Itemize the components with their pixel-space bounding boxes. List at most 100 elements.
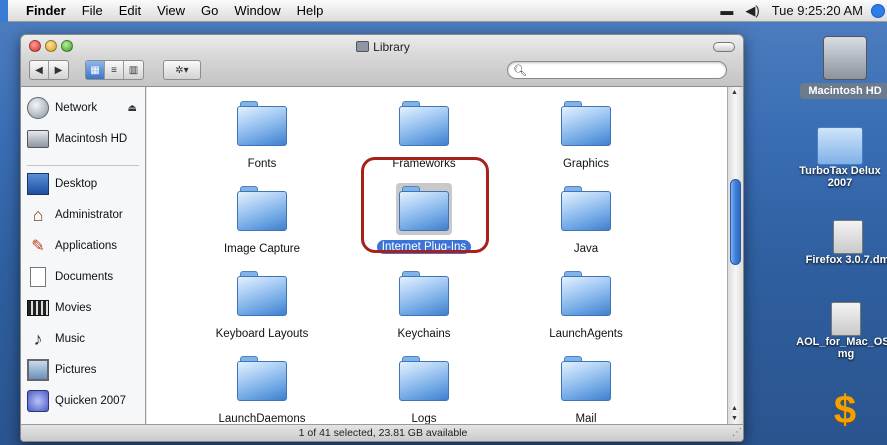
applications-icon: ✎ bbox=[31, 238, 45, 255]
folder-item[interactable]: Fonts bbox=[187, 101, 337, 171]
folder-name: LaunchDaemons bbox=[218, 413, 306, 424]
folder-name: Keychains bbox=[397, 328, 451, 340]
desktop-item-label: Firefox 3.0.7.dm bbox=[805, 254, 887, 266]
folder-item[interactable]: Java bbox=[511, 186, 661, 256]
scroll-up-arrow-icon[interactable]: ▲ bbox=[731, 405, 738, 412]
desktop-item-aol-dmg[interactable]: AOL_for_Mac_OS_ mg bbox=[796, 302, 887, 360]
menu-edit[interactable]: Edit bbox=[119, 3, 141, 18]
search-icon: 🔍︎ bbox=[513, 65, 527, 77]
sidebar-item-label: Administrator bbox=[55, 209, 123, 221]
sidebar-item-desktop[interactable]: Desktop bbox=[27, 171, 145, 197]
desktop-item-turbotax[interactable]: TurboTax Delux 2007 bbox=[790, 127, 887, 189]
forward-button[interactable]: ▶ bbox=[49, 61, 68, 79]
menu-help[interactable]: Help bbox=[297, 3, 324, 18]
folder-item[interactable]: LaunchDaemons bbox=[187, 356, 337, 424]
sidebar-item-label: Music bbox=[55, 333, 86, 345]
sidebar-item-label: Macintosh HD bbox=[55, 133, 128, 145]
sidebar-item-label: Documents bbox=[55, 271, 114, 283]
menu-clock[interactable]: Tue 9:25:20 AM bbox=[772, 3, 863, 18]
desktop-item-label: Macintosh HD bbox=[800, 83, 887, 99]
folder-item[interactable]: Mail bbox=[511, 356, 661, 424]
eject-icon[interactable]: ⏏ bbox=[128, 103, 137, 114]
folder-item[interactable]: Graphics bbox=[511, 101, 661, 171]
sidebar-item-macintosh-hd[interactable]: Macintosh HD bbox=[27, 126, 145, 152]
movies-icon bbox=[27, 300, 49, 316]
menu-view[interactable]: View bbox=[157, 3, 185, 18]
list-view-button[interactable]: ≡ bbox=[105, 61, 124, 79]
sidebar-divider bbox=[27, 165, 139, 166]
toolbar-toggle-button[interactable] bbox=[713, 42, 735, 52]
sidebar-item-documents[interactable]: Documents bbox=[27, 264, 145, 290]
menu-bar: Finder File Edit View Go Window Help ▬ ◀… bbox=[0, 0, 887, 22]
folder-item[interactable]: Logs bbox=[349, 356, 499, 424]
volume-icon[interactable]: ◀︎) bbox=[745, 3, 759, 19]
folder-icon bbox=[237, 186, 287, 232]
folder-name: Graphics bbox=[562, 158, 610, 170]
finder-window: Library ◀ ▶ ▦ ≡ ▥ ✲▾ 🔍︎ Network ⏏ Macint… bbox=[20, 34, 744, 442]
pictures-icon bbox=[27, 359, 49, 381]
sidebar-item-label: Applications bbox=[55, 240, 118, 252]
sidebar-item-label: Pictures bbox=[55, 364, 97, 376]
apple-menu-icon[interactable] bbox=[0, 0, 8, 22]
action-menu: ✲▾ bbox=[163, 60, 201, 80]
menu-finder[interactable]: Finder bbox=[26, 3, 66, 18]
sidebar-item-label: Quicken 2007 bbox=[55, 395, 126, 407]
desktop-item-firefox-dmg[interactable]: Firefox 3.0.7.dm bbox=[800, 220, 887, 266]
sidebar-item-music[interactable]: ♪ Music bbox=[27, 326, 145, 352]
library-folder-icon bbox=[356, 41, 370, 52]
spotlight-icon[interactable] bbox=[871, 3, 885, 18]
folder-name: Java bbox=[573, 243, 599, 255]
folder-icon bbox=[237, 356, 287, 402]
title-bar[interactable]: Library ◀ ▶ ▦ ≡ ▥ ✲▾ 🔍︎ bbox=[21, 35, 743, 87]
menu-go[interactable]: Go bbox=[201, 3, 218, 18]
folder-icon bbox=[237, 101, 287, 147]
scroll-down-arrow-icon[interactable]: ▼ bbox=[731, 415, 738, 422]
action-gear-button[interactable]: ✲▾ bbox=[164, 61, 200, 79]
status-bar: 1 of 41 selected, 23.81 GB available ⋰ bbox=[21, 424, 743, 441]
sidebar-item-pictures[interactable]: Pictures bbox=[27, 357, 145, 383]
vertical-scrollbar[interactable]: ▲ ▲ ▼ bbox=[727, 87, 743, 424]
desktop-icon bbox=[27, 173, 49, 195]
display-icon[interactable]: ▬ bbox=[720, 3, 733, 18]
sidebar-item-administrator[interactable]: ⌂ Administrator bbox=[27, 202, 145, 228]
search-field[interactable]: 🔍︎ bbox=[507, 61, 727, 79]
file-icon-grid: Fonts Frameworks Graphics Image Capture … bbox=[147, 87, 727, 424]
menu-file[interactable]: File bbox=[82, 3, 103, 18]
sidebar-item-label: Movies bbox=[55, 302, 92, 314]
folder-item[interactable]: Keychains bbox=[349, 271, 499, 341]
folder-name: Keyboard Layouts bbox=[215, 328, 309, 340]
folder-icon bbox=[561, 101, 611, 147]
quicken-icon bbox=[27, 390, 49, 412]
icon-view-button[interactable]: ▦ bbox=[86, 61, 105, 79]
menu-window[interactable]: Window bbox=[234, 3, 280, 18]
window-title-text: Library bbox=[373, 40, 410, 54]
folder-item[interactable]: LaunchAgents bbox=[511, 271, 661, 341]
view-mode-control: ▦ ≡ ▥ bbox=[85, 60, 144, 80]
sidebar-item-quicken[interactable]: Quicken 2007 bbox=[27, 388, 145, 414]
folder-item[interactable]: Keyboard Layouts bbox=[187, 271, 337, 341]
folder-icon bbox=[399, 271, 449, 317]
sidebar-item-network[interactable]: Network ⏏ bbox=[27, 95, 145, 121]
folder-icon bbox=[237, 271, 287, 317]
scroll-up-arrow-icon[interactable]: ▲ bbox=[731, 89, 738, 96]
disk-image-icon bbox=[831, 302, 861, 336]
column-view-button[interactable]: ▥ bbox=[124, 61, 143, 79]
desktop-item-label: TurboTax Delux 2007 bbox=[799, 165, 881, 189]
sidebar-item-label: Desktop bbox=[55, 178, 98, 190]
nav-buttons: ◀ ▶ bbox=[29, 60, 69, 80]
folder-name: Mail bbox=[575, 413, 597, 424]
scroll-thumb[interactable] bbox=[730, 179, 741, 265]
sidebar-item-movies[interactable]: Movies bbox=[27, 295, 145, 321]
annotation-highlight-ring bbox=[361, 157, 489, 253]
folder-icon bbox=[561, 356, 611, 402]
home-icon: ⌂ bbox=[32, 204, 44, 225]
back-button[interactable]: ◀ bbox=[30, 61, 49, 79]
desktop-item-macintosh-hd[interactable]: Macintosh HD bbox=[800, 36, 887, 99]
folder-icon bbox=[561, 186, 611, 232]
resize-grip-icon[interactable]: ⋰ bbox=[732, 424, 742, 441]
folder-item[interactable]: Image Capture bbox=[187, 186, 337, 256]
sidebar-item-applications[interactable]: ✎ Applications bbox=[27, 233, 145, 259]
hard-drive-icon bbox=[27, 130, 49, 148]
sidebar: Network ⏏ Macintosh HD Desktop ⌂ Adminis… bbox=[21, 87, 146, 424]
desktop-item-dollar[interactable]: $ bbox=[815, 388, 875, 432]
